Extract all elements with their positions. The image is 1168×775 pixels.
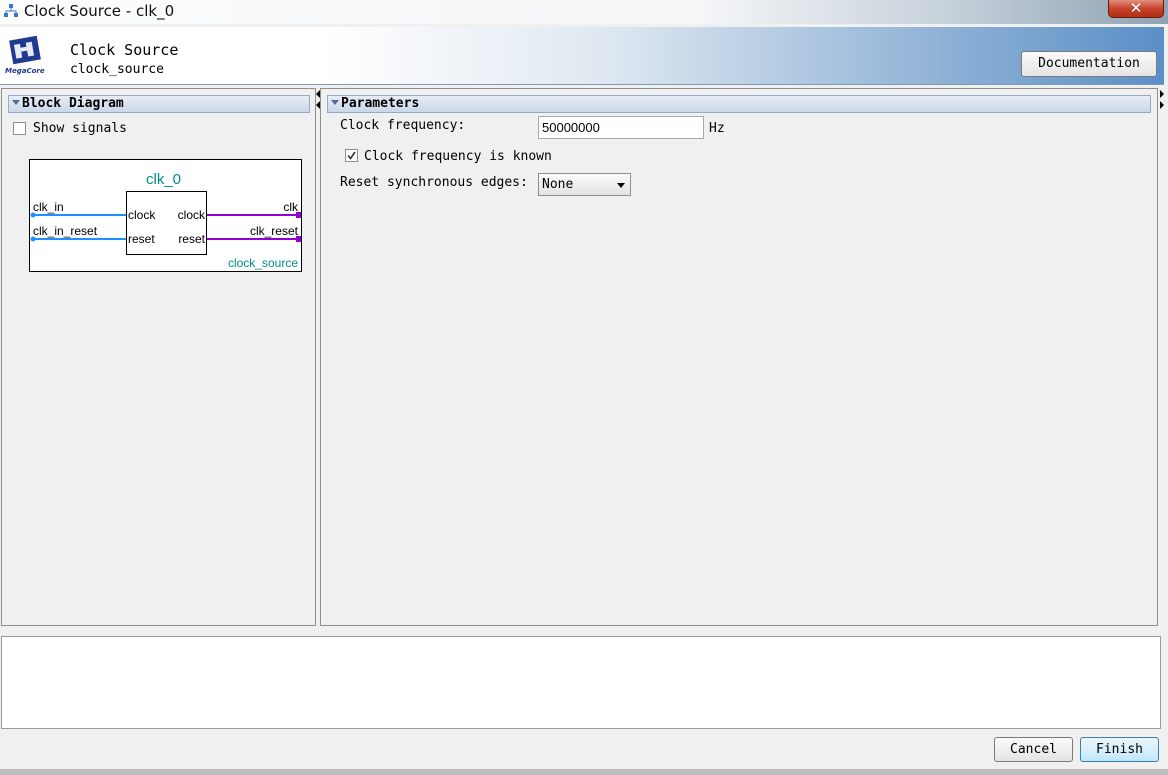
cancel-button[interactable]: Cancel [994,737,1073,762]
input-port-label: clock [128,208,156,222]
reset-edges-label: Reset synchronous edges: [340,175,528,190]
window-bottom-edge [0,769,1168,775]
reset-edges-value: None [542,177,574,192]
output-port-label: clock [177,208,205,222]
instance-box: clock reset clock reset [126,191,207,255]
chevron-down-icon [617,183,625,188]
check-icon [347,151,356,160]
parameters-panel: Parameters [320,88,1158,626]
finish-button[interactable]: Finish [1080,737,1159,762]
signal-label: clk_reset [249,224,298,238]
clock-known-checkbox[interactable] [345,149,358,162]
documentation-button[interactable]: Documentation [1021,51,1157,77]
reset-edges-select[interactable]: None [538,173,631,196]
messages-area [1,636,1161,729]
block-diagram-header[interactable]: Block Diagram [8,95,310,113]
signal-label: clk_in_reset [33,224,98,238]
show-signals-label: Show signals [33,121,127,136]
svg-text:MegaCore: MegaCore [5,67,45,75]
clock-frequency-label: Clock frequency: [340,118,466,133]
block-diagram-title: Block Diagram [22,96,124,111]
header-banner: MegaCore Clock Source clock_source [0,27,1164,85]
signal-label: clk [283,200,298,214]
title-bar: Clock Source - clk_0 [0,0,1168,24]
component-title: Clock Source [70,41,179,59]
collapse-arrow-icon[interactable] [331,100,339,105]
block-diagram: clk_0 clock reset clock reset clk_in clk… [29,159,302,272]
collapse-arrow-icon[interactable] [12,100,20,105]
clock-known-label: Clock frequency is known [364,149,552,164]
parameters-header[interactable]: Parameters [327,95,1151,113]
show-signals-checkbox[interactable] [13,122,26,135]
window-title: Clock Source - clk_0 [24,2,175,20]
close-button[interactable]: ✕ [1108,0,1164,18]
frequency-unit: Hz [709,121,725,136]
input-port-label: reset [128,232,155,246]
collapse-right-icon[interactable] [1160,90,1164,98]
clock-frequency-input[interactable]: 50000000 [538,116,704,139]
output-port-label: reset [178,232,205,246]
signal-label: clk_in [33,200,64,214]
megacore-logo: MegaCore [5,35,45,75]
component-name-label: clock_source [227,256,298,270]
app-icon [4,4,18,17]
component-subtitle: clock_source [70,62,164,77]
collapse-right-icon[interactable] [1160,101,1164,109]
parameters-title: Parameters [341,96,420,111]
